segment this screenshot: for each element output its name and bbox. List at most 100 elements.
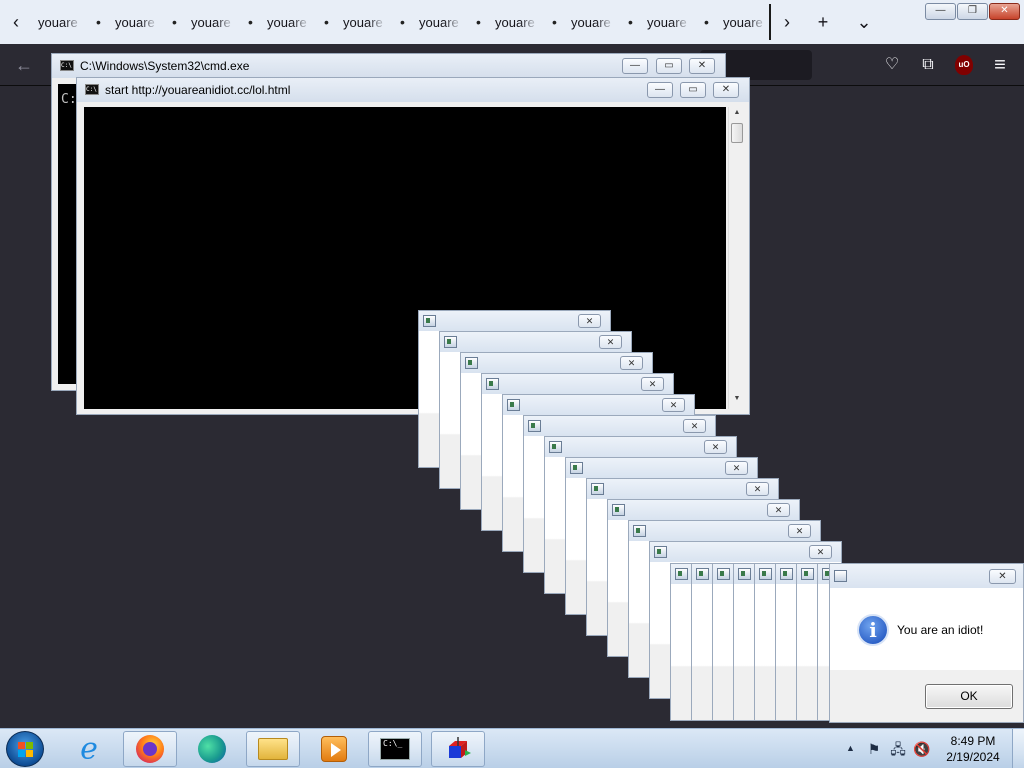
clock-time: 8:49 PM [950,734,996,748]
browser-tab-strip: ‹ youareanidiot•youareanidiot•youareanid… [0,0,1024,44]
cmd-back-titlebar[interactable]: C:\ C:\Windows\System32\cmd.exe — ▭ ✕ [52,54,725,78]
message-box-titlebar[interactable]: ✕ [608,500,799,520]
message-box-close-button[interactable]: ✕ [578,314,601,328]
cmd-front-titlebar[interactable]: C:\ start http://youareanidiot.cc/lol.ht… [77,78,749,102]
message-box-titlebar[interactable]: ✕ [482,374,673,394]
show-hidden-icons-icon[interactable]: ▲ [846,743,855,753]
browser-close-button[interactable]: ✕ [989,3,1020,20]
start-button[interactable] [6,731,44,767]
taskbar-media-player[interactable] [307,731,361,767]
taskbar-edge[interactable] [185,731,239,767]
cmd-back-close-button[interactable]: ✕ [689,58,715,74]
message-box-titlebar[interactable]: ✕ [419,311,610,331]
message-box-close-button[interactable]: ✕ [683,419,706,433]
cmd-back-maximize-button[interactable]: ▭ [656,58,682,74]
firefox-icon [136,735,164,763]
browser-tab[interactable]: youareanidiot [20,8,96,36]
clock-date: 2/19/2024 [946,750,1000,764]
message-box-close-button[interactable]: ✕ [599,335,622,349]
scroll-up-arrow-icon[interactable]: ▲ [729,109,745,121]
new-tab-button[interactable]: + [811,10,835,34]
taskbar-app[interactable] [431,731,485,767]
ok-button[interactable]: OK [925,684,1013,709]
browser-tab[interactable]: •youareanidiot [628,8,704,36]
tab-audio-dot-icon: • [704,14,709,30]
app-window-icon [465,357,478,369]
message-box-close-button[interactable]: ✕ [725,461,748,475]
message-box-titlebar[interactable]: ✕ [650,542,841,562]
cmd-front-close-button[interactable]: ✕ [713,82,739,98]
ublock-origin-icon[interactable]: uO [955,55,973,75]
system-clock[interactable]: 8:49 PM 2/19/2024 [939,733,1007,765]
browser-restore-button[interactable]: ❐ [957,3,988,20]
extensions-icon[interactable]: ⧉ [916,53,940,77]
taskbar-command-prompt[interactable]: C:\_ [368,731,422,767]
tab-title-fade [444,12,462,32]
app-window-icon [801,568,814,580]
message-box-close-button[interactable]: ✕ [641,377,664,391]
pocket-icon[interactable]: ♡ [880,53,904,77]
taskbar-firefox[interactable] [123,731,177,767]
message-box-close-button[interactable]: ✕ [767,503,790,517]
message-box-titlebar[interactable]: ✕ [830,564,1023,588]
browser-tab[interactable]: •youareanidiot [400,8,476,36]
tab-audio-dot-icon: • [400,14,405,30]
taskbar-internet-explorer[interactable]: e [62,731,116,767]
app-window-icon [780,568,793,580]
message-box-close-button[interactable]: ✕ [746,482,769,496]
cmd-back-minimize-button[interactable]: — [622,58,648,74]
message-box-close-button[interactable]: ✕ [704,440,727,454]
tabs-scroll-right-icon[interactable]: › [776,10,798,34]
browser-tab[interactable]: •youareanidiot [552,8,628,36]
browser-tab[interactable]: •youareanidiot [248,8,324,36]
hamburger-menu-icon[interactable]: ≡ [988,53,1012,77]
message-box-titlebar[interactable]: ✕ [629,521,820,541]
cmd-front-title: start http://youareanidiot.cc/lol.html [105,83,291,97]
vertical-scrollbar[interactable]: ▲ ▼ [728,107,744,409]
message-box-close-button[interactable]: ✕ [989,569,1016,584]
taskbar: e C:\_ ▲ ⚑ 🖧 🔇 8:49 PM 2/19/2024 [0,728,1024,768]
message-box-titlebar[interactable]: ✕ [440,332,631,352]
app-window-icon [675,568,688,580]
browser-tab[interactable]: •youareanidiot [96,8,172,36]
scroll-down-arrow-icon[interactable]: ▼ [729,395,745,407]
message-box-close-button[interactable]: ✕ [620,356,643,370]
browser-tab[interactable]: •youareanidiot [476,8,552,36]
app-window-icon [423,315,436,327]
message-box-titlebar[interactable]: ✕ [461,353,652,373]
console-icon: C:\ [85,84,99,95]
back-arrow-icon[interactable]: ← [12,53,36,77]
message-box-titlebar[interactable]: ✕ [545,437,736,457]
volume-muted-icon[interactable]: 🔇 [913,740,931,758]
message-box-titlebar[interactable]: ✕ [524,416,715,436]
tab-audio-dot-icon: • [628,14,633,30]
message-box-titlebar[interactable]: ✕ [566,458,757,478]
tab-title-fade [140,12,158,32]
browser-tab[interactable]: •youareanidiot [324,8,400,36]
taskbar-file-explorer[interactable] [246,731,300,767]
tab-title-fade [64,12,82,32]
tab-audio-dot-icon: • [248,14,253,30]
show-desktop-button[interactable] [1012,729,1024,768]
app-window-icon [507,399,520,411]
tab-audio-dot-icon: • [476,14,481,30]
cmd-back-title: C:\Windows\System32\cmd.exe [80,59,250,73]
tab-title-fade [292,12,310,32]
scroll-thumb[interactable] [731,123,743,143]
list-all-tabs-button[interactable]: ⌄ [852,10,876,34]
action-center-flag-icon[interactable]: ⚑ [865,740,883,758]
cmd-back-prompt-text: C: [61,92,77,107]
message-box-titlebar[interactable]: ✕ [587,479,778,499]
message-box-dialog[interactable]: ✕ i You are an idiot! OK [829,563,1024,723]
cmd-front-minimize-button[interactable]: — [647,82,673,98]
edge-icon [198,735,226,763]
cmd-front-maximize-button[interactable]: ▭ [680,82,706,98]
message-box-titlebar[interactable]: ✕ [503,395,694,415]
message-box-close-button[interactable]: ✕ [788,524,811,538]
network-icon[interactable]: 🖧 [889,740,907,758]
browser-minimize-button[interactable]: — [925,3,956,20]
message-box-close-button[interactable]: ✕ [809,545,832,559]
tab-audio-dot-icon: • [172,14,177,30]
browser-tab[interactable]: •youareanidiot [172,8,248,36]
message-box-close-button[interactable]: ✕ [662,398,685,412]
